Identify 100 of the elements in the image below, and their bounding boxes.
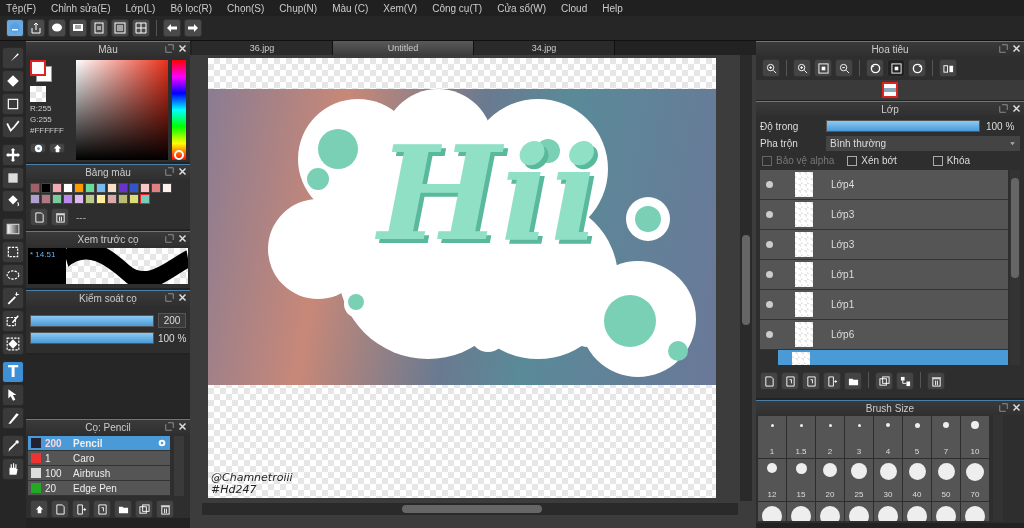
vertical-scrollbar[interactable]	[740, 55, 752, 501]
tool-button[interactable]	[2, 310, 24, 332]
tool-button[interactable]	[2, 458, 24, 480]
redo-button[interactable]	[184, 19, 202, 37]
visibility-dot[interactable]	[766, 301, 773, 308]
brush-size-cell[interactable]: 2	[816, 416, 844, 458]
palette-swatch[interactable]	[129, 183, 139, 193]
tool-button[interactable]	[2, 241, 24, 263]
size-slider[interactable]	[31, 315, 153, 326]
brush-folder-button[interactable]	[114, 500, 132, 518]
tool-button[interactable]	[2, 116, 24, 138]
brush-size-cell[interactable]: 10	[961, 416, 989, 458]
duplicate-layer-button[interactable]	[875, 372, 893, 390]
menu-item[interactable]: Cửa sổ(W)	[497, 2, 547, 14]
close-icon[interactable]	[178, 44, 187, 53]
layer-row[interactable]: Lớp1	[760, 290, 1008, 320]
tool-button[interactable]	[2, 190, 24, 212]
brush-size-cell[interactable]: 50	[932, 459, 960, 501]
palette-swatch[interactable]	[96, 183, 106, 193]
blend-dropdown[interactable]: Bình thường	[826, 136, 1020, 151]
opacity-slider[interactable]	[31, 333, 153, 343]
palette-swatch[interactable]	[63, 183, 73, 193]
palette-swatch[interactable]	[52, 183, 62, 193]
horizontal-scrollbar[interactable]	[202, 503, 738, 515]
document-tab[interactable]: 34.jpg	[474, 41, 615, 55]
layer-row[interactable]: Lớp3	[760, 230, 1008, 260]
brush-size-cell[interactable]: 12	[758, 459, 786, 501]
palette-swatch[interactable]	[129, 194, 139, 204]
pop-out-icon[interactable]	[999, 44, 1008, 53]
rotate-right-button[interactable]	[908, 59, 926, 77]
tool-button[interactable]	[2, 167, 24, 189]
add-layer-button[interactable]	[823, 372, 841, 390]
transparent-swatch[interactable]	[30, 86, 46, 102]
new-8bit-layer-button[interactable]	[781, 372, 799, 390]
pop-out-icon[interactable]	[999, 403, 1008, 412]
cloud-button[interactable]	[6, 19, 24, 37]
brush-size-cell[interactable]: 25	[845, 459, 873, 501]
list-button[interactable]	[111, 19, 129, 37]
layer-row[interactable]: Lớp3	[760, 200, 1008, 230]
pop-out-icon[interactable]	[165, 234, 174, 243]
new-layer-button[interactable]	[760, 372, 778, 390]
brush-size-cell[interactable]: 5	[903, 416, 931, 458]
menu-item[interactable]: Help	[602, 2, 623, 14]
new-brush-button[interactable]	[51, 500, 69, 518]
palette-name-field[interactable]: ---	[76, 211, 86, 223]
brush-size-cell[interactable]: 30	[874, 459, 902, 501]
merge-layer-button[interactable]	[896, 372, 914, 390]
delete-palette-button[interactable]	[51, 208, 69, 226]
brush-size-cell[interactable]: 70	[961, 459, 989, 501]
brush-size-cell[interactable]: 40	[903, 459, 931, 501]
menu-item[interactable]: Cloud	[561, 2, 588, 14]
tool-button[interactable]	[2, 384, 24, 406]
delete-brush-button[interactable]	[156, 500, 174, 518]
tool-button[interactable]	[2, 287, 24, 309]
pop-out-icon[interactable]	[165, 293, 174, 302]
menu-item[interactable]: Chọn(S)	[227, 2, 265, 14]
visibility-dot[interactable]	[766, 271, 773, 278]
fit-button[interactable]	[814, 59, 832, 77]
palette-swatch[interactable]	[52, 194, 62, 204]
color-swatches[interactable]	[30, 60, 54, 82]
menu-item[interactable]: Công cụ(T)	[432, 2, 483, 14]
palette-swatch[interactable]	[107, 194, 117, 204]
menu-item[interactable]: Xem(V)	[383, 2, 418, 14]
document-tab[interactable]: Untitled	[333, 41, 474, 55]
brush-size-cell[interactable]: 15	[787, 459, 815, 501]
brush-size-cell[interactable]: 7	[932, 416, 960, 458]
palette-swatch[interactable]	[118, 183, 128, 193]
layer-folder-button[interactable]	[844, 372, 862, 390]
palette-swatch[interactable]	[140, 194, 150, 204]
palette-swatch[interactable]	[30, 183, 40, 193]
script-brush-button[interactable]	[93, 500, 111, 518]
tool-button[interactable]	[2, 435, 24, 457]
pop-out-icon[interactable]	[165, 422, 174, 431]
copy-brush-button[interactable]	[135, 500, 153, 518]
close-icon[interactable]	[178, 293, 187, 302]
menu-item[interactable]: Chụp(N)	[279, 2, 318, 14]
palette-swatch[interactable]	[107, 183, 117, 193]
palette-swatch[interactable]	[85, 183, 95, 193]
layer-row[interactable]: Lớp1	[760, 260, 1008, 290]
brush-row[interactable]: 100 Airbrush	[28, 466, 170, 481]
palette-swatch[interactable]	[30, 194, 40, 204]
close-icon[interactable]	[178, 167, 187, 176]
close-icon[interactable]	[1012, 403, 1021, 412]
option-checkbox[interactable]: Xén bớt	[847, 155, 933, 166]
upload-brush-button[interactable]	[30, 500, 48, 518]
palette-swatch[interactable]	[162, 183, 172, 193]
new-palette-button[interactable]	[30, 208, 48, 226]
size-field[interactable]: 200	[158, 313, 186, 328]
palette-swatch[interactable]	[118, 194, 128, 204]
close-icon[interactable]	[1012, 44, 1021, 53]
note-button[interactable]	[69, 19, 87, 37]
palette-swatch[interactable]	[63, 194, 73, 204]
menu-item[interactable]: Chỉnh sửa(E)	[51, 2, 111, 14]
option-checkbox[interactable]: Khóa	[932, 155, 1018, 166]
tool-button[interactable]	[2, 264, 24, 286]
close-icon[interactable]	[178, 422, 187, 431]
grid-button[interactable]	[132, 19, 150, 37]
brush-size-cell[interactable]: 1.5	[787, 416, 815, 458]
palette-swatch[interactable]	[151, 183, 161, 193]
fit-window-button[interactable]	[887, 59, 905, 77]
